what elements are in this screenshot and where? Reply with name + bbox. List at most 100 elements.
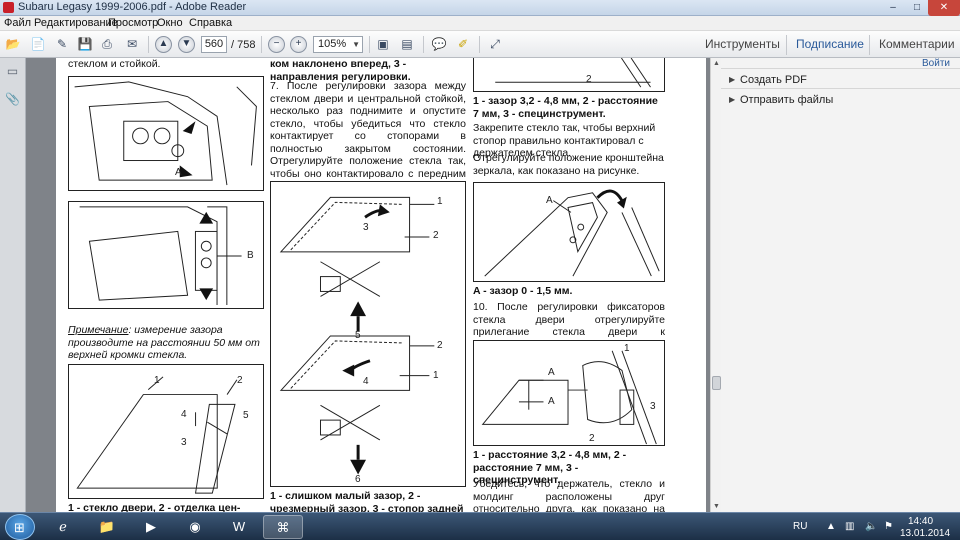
toolbar-separator [869, 35, 870, 55]
windows-logo-icon: ⊞ [14, 520, 25, 535]
vertical-scrollbar[interactable]: ▲ ▼ [710, 58, 721, 512]
figure-gap-measure: 1 2 3 4 5 [68, 364, 264, 499]
create-pdf-icon[interactable]: 📄 [29, 36, 47, 53]
fit-page-icon[interactable]: ▣ [374, 36, 392, 53]
adobe-reader-task-icon[interactable]: ⌘ [263, 515, 303, 539]
figure-label-4: 4 [181, 409, 187, 420]
col3-caption-mid: A - зазор 0 - 1,5 мм. [473, 285, 573, 297]
figure-glass-seal: 1 A A 3 2 [473, 340, 665, 446]
open-file-icon[interactable]: 📂 [4, 36, 22, 53]
tray-expand-icon[interactable]: ▲ [826, 521, 836, 532]
maximize-button[interactable]: □ [904, 0, 930, 16]
sign-tab[interactable]: Подписание [796, 37, 864, 51]
chrome-icon[interactable]: ◉ [175, 515, 215, 539]
figure-label-6: 6 [355, 474, 361, 485]
close-button[interactable]: ✕ [928, 0, 960, 16]
toolbar-separator [261, 36, 262, 53]
figure-door-glass-b: B [68, 201, 264, 309]
tools-tab[interactable]: Инструменты [705, 37, 780, 51]
figure-label-3: 3 [363, 222, 369, 233]
next-page-button[interactable]: ▼ [178, 36, 195, 53]
print-icon[interactable]: ⎙ [98, 36, 116, 53]
figure-label-1: 1 [437, 196, 443, 207]
comment-tab[interactable]: Комментарии [879, 37, 955, 51]
figure-label-2: 2 [237, 375, 243, 386]
figure-label-3: 3 [650, 401, 656, 412]
pages-icon[interactable]: ▭ [5, 64, 20, 79]
email-icon[interactable]: ✉ [123, 36, 141, 53]
figure-label-1: 1 [154, 375, 160, 386]
zoom-in-button[interactable]: + [290, 36, 307, 53]
internet-explorer-icon[interactable]: ℯ [43, 515, 83, 539]
clock-time[interactable]: 14:40 [908, 516, 933, 527]
task-pane: Войти ▶ Создать PDF ▶ Отправить файлы [721, 58, 960, 512]
send-files-section[interactable]: ▶ Отправить файлы [721, 88, 960, 110]
figure-label-2: 2 [433, 230, 439, 241]
col1-top-text: стеклом и стойкой. [68, 58, 161, 70]
figure-label-2: 2 [586, 74, 592, 85]
toolbar: 📂 📄 ✎ 💾 ⎙ ✉ ▲ ▼ 560 / 758 − + 105% ▼ ▣ ▤… [0, 31, 960, 58]
text-column-1: стеклом и стойкой. [68, 58, 258, 74]
col1-note: Примечание: измерение зазора производите… [68, 324, 264, 365]
figure-label-a: A [548, 367, 555, 378]
start-button[interactable]: ⊞ [5, 514, 35, 540]
scroll-mode-icon[interactable]: ▤ [398, 36, 416, 53]
windows-taskbar: ⊞ ℯ 📁 ▶ ◉ W ⌘ RU ▲ ▥ 🔈 ⚑ 14:40 13.01.201… [0, 512, 960, 540]
minimize-button[interactable]: – [880, 0, 906, 16]
figure-label-5: 5 [355, 330, 361, 341]
zoom-select[interactable]: 105% ▼ [313, 36, 363, 53]
network-icon[interactable]: ▥ [845, 521, 854, 532]
zoom-out-button[interactable]: − [268, 36, 285, 53]
note-label: Примечание [68, 324, 129, 336]
figure-drawing [481, 350, 657, 445]
toolbar-separator [786, 35, 787, 55]
media-player-icon[interactable]: ▶ [131, 515, 171, 539]
file-explorer-icon[interactable]: 📁 [87, 515, 127, 539]
previous-page-button[interactable]: ▲ [155, 36, 172, 53]
zoom-value: 105% [318, 38, 347, 50]
figure-label-a: A [548, 396, 555, 407]
window-title: Subaru Legasy 1999-2006.pdf - Adobe Read… [18, 1, 247, 13]
toolbar-separator [423, 36, 424, 53]
chevron-down-icon: ▼ [352, 40, 360, 49]
figure-label-b: B [247, 250, 254, 261]
document-view[interactable]: стеклом и стойкой. A B Примечание: измер… [26, 58, 710, 512]
menu-view[interactable]: Просмотр [108, 17, 158, 29]
word-icon[interactable]: W [219, 515, 259, 539]
language-indicator[interactable]: RU [793, 521, 807, 532]
edit-icon[interactable]: ✎ [53, 36, 71, 53]
figure-door-glass-top: A [68, 76, 264, 191]
volume-icon[interactable]: 🔈 [865, 521, 877, 532]
toolbar-separator [148, 36, 149, 53]
figure-drawing [495, 58, 651, 88]
figure-label-a: A [546, 195, 553, 206]
figure-label-2: 2 [437, 340, 443, 351]
menu-file[interactable]: Файл [4, 17, 31, 29]
figure-drawing [76, 376, 238, 494]
figure-glass-stopper: 1 2 3 5 2 4 1 6 [270, 181, 466, 487]
page-number-input[interactable]: 560 [201, 36, 227, 53]
highlight-icon[interactable]: ✐ [454, 36, 472, 53]
adobe-reader-icon [3, 2, 14, 13]
expand-icon[interactable]: ⤢ [486, 36, 504, 53]
flag-icon[interactable]: ⚑ [884, 521, 893, 532]
send-files-label: Отправить файлы [740, 94, 834, 106]
attachments-icon[interactable]: 📎 [5, 92, 20, 107]
figure-label-4: 4 [363, 376, 369, 387]
clock-date[interactable]: 13.01.2014 [900, 528, 950, 539]
figure-label-1: 1 [433, 370, 439, 381]
col3-para-b: Отрегулируйте положение кронштейна зерка… [473, 152, 664, 177]
col1-caption: 1 - стекло двери, 2 - отделка цен- [68, 502, 241, 512]
figure-drawing [79, 206, 242, 306]
comment-bubble-icon[interactable]: 💬 [430, 36, 448, 53]
create-pdf-section[interactable]: ▶ Создать PDF [721, 68, 960, 90]
menu-help[interactable]: Справка [189, 17, 232, 29]
menu-window[interactable]: Окно [157, 17, 183, 29]
col3-caption-top: 1 - зазор 3,2 - 4,8 мм, 2 - расстояние 7… [473, 95, 658, 120]
figure-top-partial: 2 [473, 58, 665, 92]
save-icon[interactable]: 💾 [76, 36, 94, 53]
figure-drawing [484, 189, 660, 277]
menu-edit[interactable]: Редактирование [34, 17, 118, 29]
navigation-pane: ▭ 📎 [0, 58, 26, 512]
scrollbar-thumb[interactable] [712, 376, 721, 390]
